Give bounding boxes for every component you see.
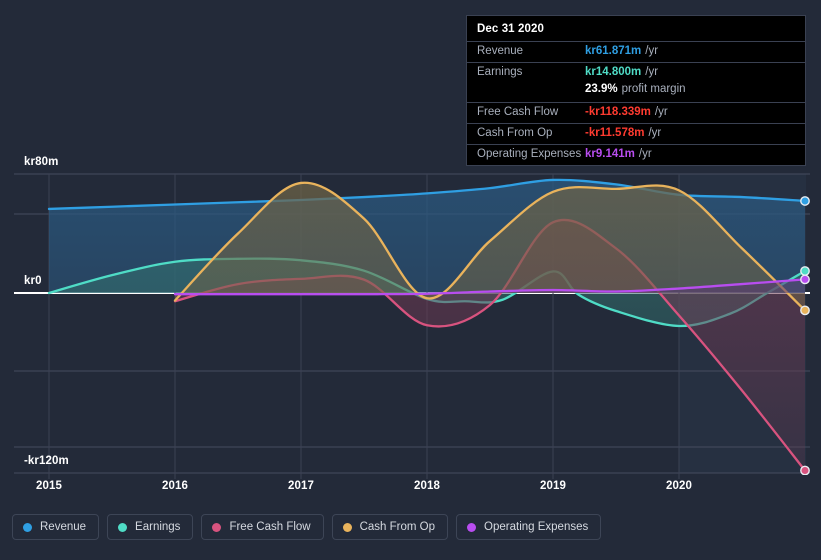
tooltip-row-value: 23.9% [585,83,618,95]
legend-color-dot-icon [23,522,32,532]
legend-color-dot-icon [212,522,222,532]
tooltip-row: 23.9% profit margin [467,83,805,102]
legend-item-earnings[interactable]: Earnings [107,514,194,540]
tooltip-row-label: Revenue [477,45,524,57]
endpoint-free-cash-flow[interactable] [800,465,810,475]
tooltip-row-unit: profit margin [621,83,686,95]
tooltip-row-label: Free Cash Flow [477,106,559,118]
y-axis-tick-label: kr0 [24,275,42,287]
y-axis-tick-label: -kr120m [24,455,69,467]
financial-chart-app: kr80m kr0 -kr120m 2015 2016 2017 2018 2019 2020… [0,0,821,560]
endpoint-cash-from-op[interactable] [800,305,810,316]
tooltip-row: Cash From Op -kr11.578m/yr [467,123,805,144]
tooltip-row-value: kr14.800m [585,66,642,78]
x-axis-tick-label: 2019 [540,480,566,492]
legend-color-dot-icon [118,522,128,532]
tooltip-row-value: kr9.141m [585,148,635,160]
legend-color-dot-icon [342,522,352,532]
tooltip-row-value: -kr118.339m [585,106,651,118]
x-axis-tick-label: 2015 [36,480,62,492]
tooltip-row-value: kr61.871m [585,45,642,57]
x-axis-tick-label: 2018 [414,480,440,492]
legend-color-dot-icon [467,522,477,532]
endpoint-operating-expenses[interactable] [800,274,810,285]
tooltip-date-title: Dec 31 2020 [477,23,544,35]
data-tooltip: Dec 31 2020 Revenue kr61.871m/yr Earnings k… [466,15,806,166]
tooltip-row-unit: /yr [654,106,668,118]
tooltip-row: Revenue kr61.871m/yr [467,41,805,62]
chart-legend[interactable]: Revenue Earnings Free Cash Flow Cash From O… [12,514,602,540]
legend-item-label: Operating Expenses [484,521,589,533]
tooltip-row: Free Cash Flow -kr118.339m/yr [467,102,805,123]
tooltip-row-unit: /yr [645,66,659,78]
legend-item-operating-expenses[interactable]: Operating Expenses [456,514,602,540]
tooltip-row: Operating Expenses kr9.141m/yr [467,144,805,165]
tooltip-row-unit: /yr [645,45,659,57]
legend-item-cash-from-op[interactable]: Cash From Op [331,514,449,540]
x-axis-tick-label: 2017 [288,480,314,492]
tooltip-row-label: Cash From Op [477,127,553,139]
legend-item-label: Free Cash Flow [229,521,311,533]
tooltip-row: Earnings kr14.800m/yr [467,62,805,83]
legend-item-free-cash-flow[interactable]: Free Cash Flow [201,514,324,540]
legend-item-label: Revenue [40,521,87,533]
legend-item-revenue[interactable]: Revenue [12,514,100,540]
tooltip-row-unit: /yr [638,148,652,160]
y-axis-tick-label: kr80m [24,156,59,168]
endpoint-earnings[interactable] [800,266,810,276]
tooltip-rows: Revenue kr61.871m/yr Earnings kr14.800m/yr 2… [467,41,805,165]
x-axis-tick-label: 2016 [162,480,188,492]
legend-item-label: Earnings [135,521,181,533]
tooltip-row-label: Operating Expenses [477,148,582,160]
endpoint-revenue[interactable] [800,196,810,206]
tooltip-row-unit: /yr [648,127,662,139]
tooltip-row-label: Earnings [477,66,523,78]
tooltip-row-value: -kr11.578m [585,127,645,139]
x-axis-tick-label: 2020 [666,480,692,492]
legend-item-label: Cash From Op [359,521,436,533]
